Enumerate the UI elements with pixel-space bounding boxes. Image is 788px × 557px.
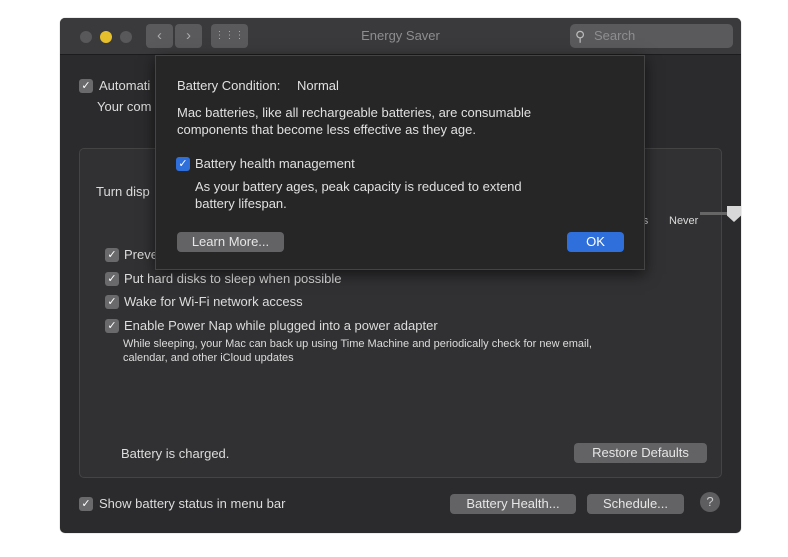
option-checkbox[interactable]: ✓ [105, 295, 119, 309]
power-nap-desc: While sleeping, your Mac can back up usi… [123, 338, 592, 350]
dialog-description: components that become less effective as… [177, 122, 476, 137]
restore-defaults-button[interactable]: Restore Defaults [574, 443, 707, 463]
power-nap-desc: calendar, and other iCloud updates [123, 352, 294, 364]
battery-status-text: Battery is charged. [121, 446, 230, 461]
turn-display-off-label: Turn disp [96, 184, 150, 199]
battery-health-button[interactable]: Battery Health... [450, 494, 576, 514]
ok-button[interactable]: OK [567, 232, 624, 252]
auto-switch-sub: Your com [97, 99, 152, 114]
option-label: Preve [124, 247, 158, 262]
battery-health-dialog: Battery Condition: Normal Mac batteries,… [155, 55, 645, 270]
show-battery-status-checkbox[interactable]: ✓ [79, 497, 93, 511]
health-management-checkbox[interactable]: ✓ [176, 157, 190, 171]
health-description: battery lifespan. [195, 196, 287, 211]
condition-value: Normal [297, 78, 339, 93]
option-label: Wake for Wi-Fi network access [124, 294, 303, 309]
health-management-label: Battery health management [195, 156, 355, 171]
slider-label-never: Never [669, 215, 699, 227]
learn-more-button[interactable]: Learn More... [177, 232, 284, 252]
option-checkbox[interactable]: ✓ [105, 319, 119, 333]
search-icon: ⚲ [575, 28, 586, 44]
health-description: As your battery ages, peak capacity is r… [195, 179, 522, 194]
option-checkbox[interactable]: ✓ [105, 272, 119, 286]
search-input[interactable]: ⚲ Search [570, 24, 733, 48]
option-label: Enable Power Nap while plugged into a po… [124, 318, 438, 333]
option-checkbox[interactable]: ✓ [105, 248, 119, 262]
title-bar: ‹ › ⋮⋮⋮ Energy Saver ⚲ Search [60, 18, 741, 55]
auto-switch-label: Automati [99, 78, 151, 93]
option-label: Put hard disks to sleep when possible [124, 271, 342, 286]
search-placeholder: Search [594, 28, 636, 43]
help-button[interactable]: ? [700, 492, 720, 512]
condition-label: Battery Condition: [177, 78, 281, 93]
auto-switch-checkbox[interactable]: ✓ [79, 79, 93, 93]
display-sleep-slider[interactable] [700, 212, 730, 215]
dialog-description: Mac batteries, like all rechargeable bat… [177, 105, 532, 120]
show-battery-status-label: Show battery status in menu bar [99, 496, 286, 511]
schedule-button[interactable]: Schedule... [587, 494, 684, 514]
slider-thumb[interactable] [727, 206, 741, 222]
